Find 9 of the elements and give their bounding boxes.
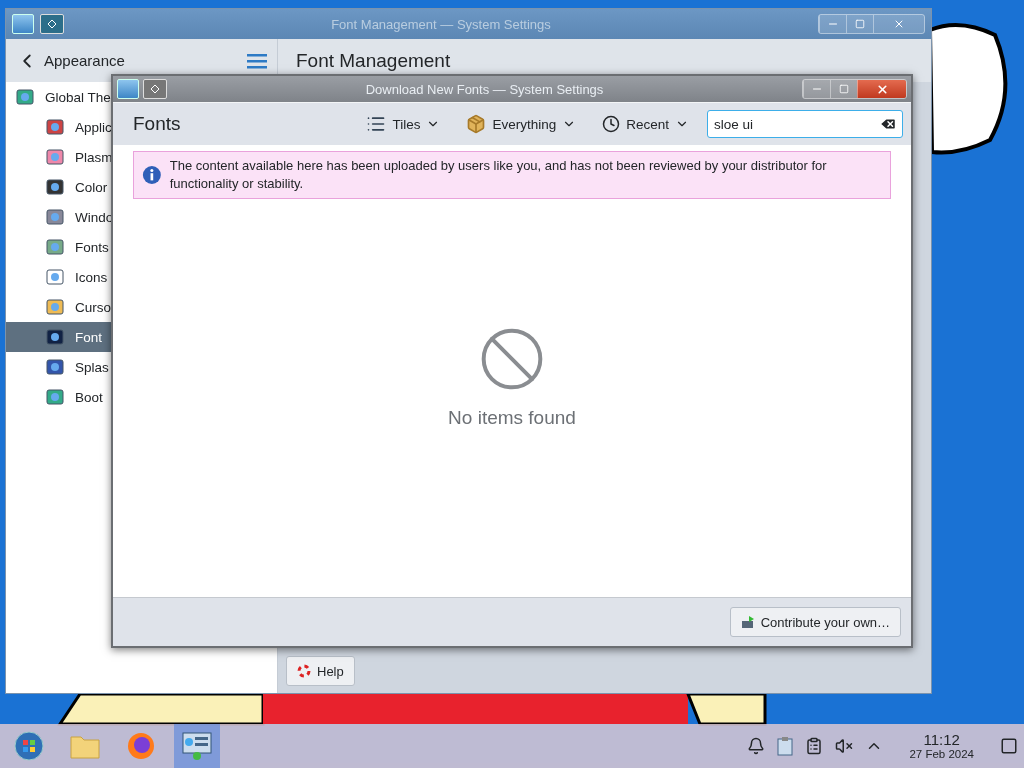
page-title: Font Management bbox=[296, 49, 451, 72]
clock-date: 27 Feb 2024 bbox=[909, 748, 974, 760]
empty-message: No items found bbox=[448, 407, 576, 429]
window-title: Font Management — System Settings bbox=[330, 16, 552, 32]
notice-text: The content available here has been uploaded by users like you, and has not been reviewed by your distributor for functionality or stability. bbox=[169, 157, 828, 193]
dialog-title: Download New Fonts — System Settings bbox=[364, 81, 605, 97]
dialog-heading: Fonts bbox=[133, 113, 182, 135]
sidebar-header: Appearance bbox=[44, 52, 126, 69]
clock-time: 11:12 bbox=[923, 732, 960, 748]
